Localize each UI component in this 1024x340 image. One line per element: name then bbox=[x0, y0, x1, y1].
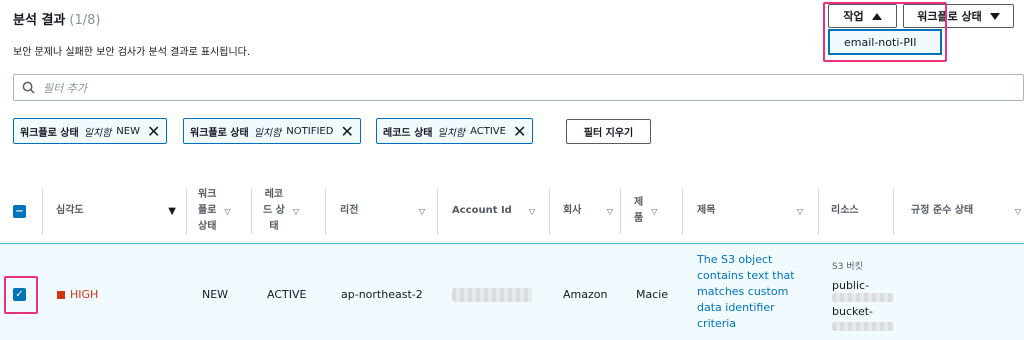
severity-cell: HIGH bbox=[57, 288, 98, 301]
sort-icon: ▽ bbox=[528, 206, 535, 216]
sort-icon: ▽ bbox=[1014, 206, 1021, 216]
clear-filters-button[interactable]: 필터 지우기 bbox=[566, 119, 651, 144]
sort-icon: ▼ bbox=[168, 205, 176, 217]
resource-redacted-2 bbox=[832, 322, 894, 331]
search-icon bbox=[22, 81, 35, 94]
chip-field: 워크플로 상태 bbox=[190, 127, 249, 139]
sort-icon: ▽ bbox=[418, 206, 425, 216]
severity-square-icon bbox=[57, 291, 65, 299]
sort-icon: ▽ bbox=[651, 206, 658, 216]
product-cell: Macie bbox=[636, 288, 669, 301]
table-row[interactable]: ✓ HIGH NEW ACTIVE ap-northeast-2 Amazon … bbox=[0, 243, 1024, 340]
account-id-redacted bbox=[452, 288, 532, 302]
findings-count: (1/8) bbox=[69, 13, 101, 28]
column-compliance-status[interactable]: 규정 준수 상태 ▽ bbox=[911, 180, 1021, 242]
column-product[interactable]: 제 품 ▽ bbox=[634, 180, 674, 242]
close-icon[interactable]: ✕ bbox=[513, 122, 526, 141]
sort-icon: ▽ bbox=[224, 206, 231, 216]
record-cell: ACTIVE bbox=[267, 288, 307, 301]
sort-icon: ▽ bbox=[606, 206, 613, 216]
resource-type: S3 버킷 bbox=[832, 262, 863, 272]
chip-value: NEW bbox=[116, 125, 140, 137]
filter-chip-workflow-notified: 워크플로 상태 일치함 NOTIFIED ✕ bbox=[183, 118, 361, 144]
resource-name-line2: bucket- bbox=[832, 305, 874, 318]
close-icon[interactable]: ✕ bbox=[340, 122, 353, 141]
sort-icon: ▽ bbox=[292, 206, 300, 216]
chip-op: 일치함 bbox=[83, 127, 112, 139]
page-title-text: 분석 결과 bbox=[13, 13, 66, 28]
select-all-checkbox[interactable]: − bbox=[13, 205, 26, 218]
chip-value: ACTIVE bbox=[470, 125, 506, 137]
column-account-id[interactable]: Account Id ▽ bbox=[452, 180, 535, 242]
highlight-actions-box bbox=[823, 2, 947, 62]
highlight-row-checkbox-box bbox=[4, 276, 38, 314]
table-header: − 심각도 ▼ 워크 플로 상태 ▽ 레코 드 상 태 ▽ 리전 ▽ Accou… bbox=[0, 180, 1024, 242]
resource-redacted-1 bbox=[832, 293, 894, 302]
resource-name-line1: public- bbox=[832, 279, 870, 292]
close-icon[interactable]: ✕ bbox=[147, 122, 160, 141]
chip-op: 일치함 bbox=[437, 127, 466, 139]
page-description: 보안 문제나 실패한 보안 검사가 분석 결과로 표시됩니다. bbox=[13, 47, 251, 58]
column-company[interactable]: 회사 ▽ bbox=[563, 180, 613, 242]
page-title: 분석 결과 (1/8) bbox=[13, 9, 100, 28]
column-title[interactable]: 제목 ▽ bbox=[697, 180, 803, 242]
caret-down-icon bbox=[989, 12, 1000, 20]
filter-search-input[interactable]: 필터 추가 bbox=[13, 74, 1024, 101]
chip-op: 일치함 bbox=[253, 127, 282, 139]
finding-title-link[interactable]: The S3 object contains text that matches… bbox=[697, 252, 797, 332]
chip-field: 워크플로 상태 bbox=[20, 127, 79, 139]
search-placeholder: 필터 추가 bbox=[43, 81, 87, 95]
chip-field: 레코드 상태 bbox=[383, 127, 433, 139]
workflow-cell: NEW bbox=[202, 288, 229, 301]
chip-value: NOTIFIED bbox=[286, 125, 334, 137]
filter-chip-record-active: 레코드 상태 일치함 ACTIVE ✕ bbox=[376, 118, 534, 144]
column-workflow-status[interactable]: 워크 플로 상태 ▽ bbox=[198, 180, 244, 242]
company-cell: Amazon bbox=[563, 288, 608, 301]
sort-icon: ▽ bbox=[796, 206, 803, 216]
column-severity[interactable]: 심각도 ▼ bbox=[56, 180, 176, 242]
region-cell: ap-northeast-2 bbox=[341, 288, 423, 301]
column-resource[interactable]: 리소스 bbox=[831, 180, 891, 242]
column-record-status[interactable]: 레코 드 상 태 ▽ bbox=[263, 180, 318, 242]
filter-chip-workflow-new: 워크플로 상태 일치함 NEW ✕ bbox=[13, 118, 168, 144]
column-region[interactable]: 리전 ▽ bbox=[340, 180, 425, 242]
